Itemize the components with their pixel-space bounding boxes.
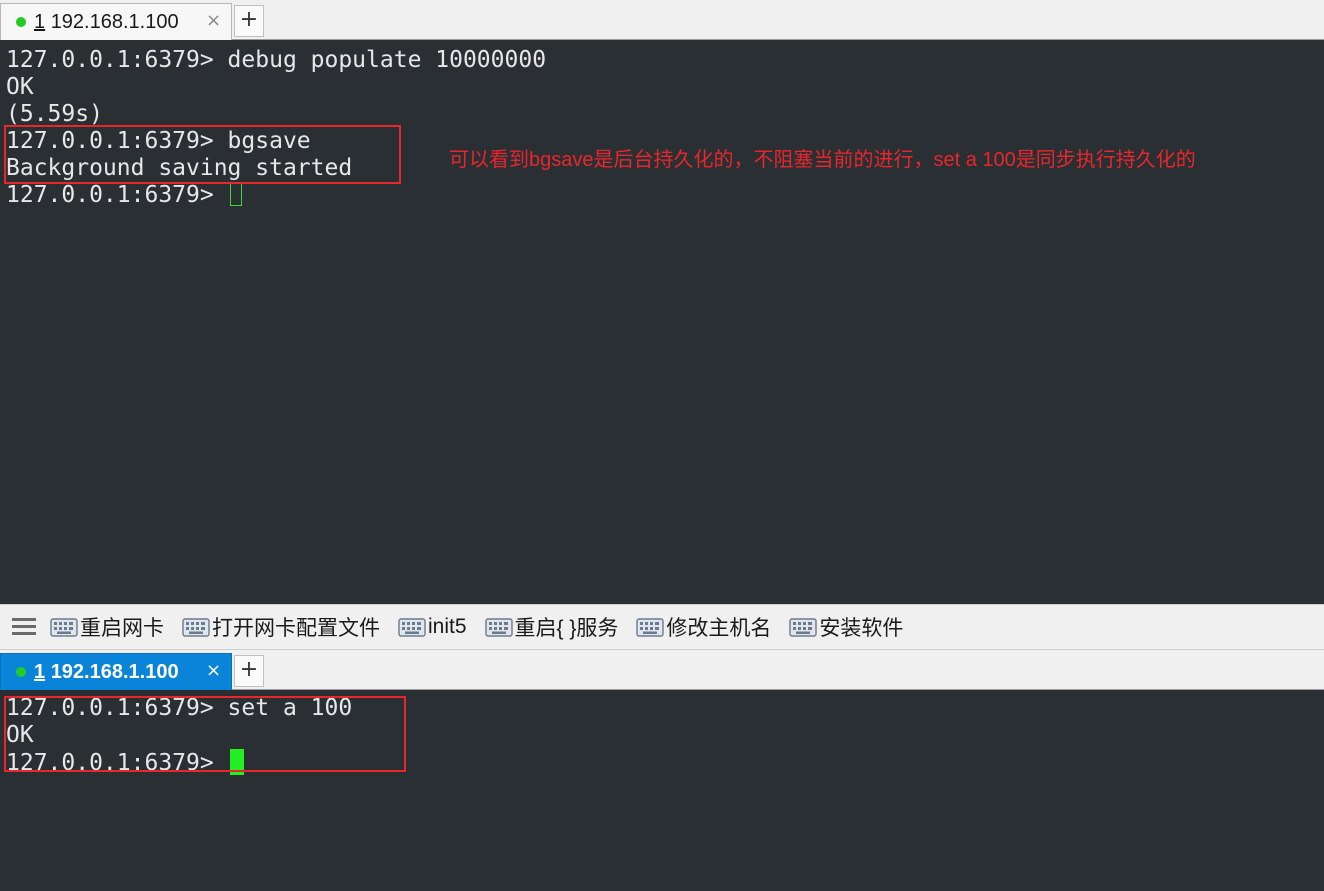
terminal-line: 127.0.0.1:6379> debug populate 10000000: [6, 47, 547, 73]
terminal-prompt-line: 127.0.0.1:6379>: [6, 182, 242, 209]
top-terminal[interactable]: 127.0.0.1:6379> debug populate 10000000 …: [0, 41, 1324, 604]
quick-command-label: 打开网卡配置文件: [212, 617, 380, 640]
quick-command-label: 安装软件: [819, 617, 904, 640]
menu-icon[interactable]: [12, 618, 36, 636]
quick-command-install-software[interactable]: 安装软件: [789, 612, 903, 642]
top-session-tab[interactable]: 1 192.168.1.100 ×: [0, 3, 232, 40]
quick-command-open-nic-config[interactable]: 打开网卡配置文件: [182, 612, 380, 642]
bottom-session-tab[interactable]: 1 192.168.1.100 ×: [0, 653, 232, 690]
keyboard-icon: [182, 618, 210, 637]
quick-command-label: 重启{ }服务: [514, 617, 619, 640]
terminal-cursor: [229, 182, 242, 206]
bottom-session-tab-title: 1 192.168.1.100: [34, 660, 179, 683]
quick-command-label: init5: [428, 615, 467, 638]
connected-status-icon: [16, 17, 26, 27]
quick-command-change-hostname[interactable]: 修改主机名: [636, 612, 771, 642]
top-tab-bar: 1 192.168.1.100 × +: [0, 0, 1324, 40]
quick-command-label: 重启网卡: [80, 617, 164, 640]
highlight-box: [4, 696, 406, 772]
close-icon[interactable]: ×: [206, 660, 221, 681]
keyboard-icon: [636, 618, 665, 637]
keyboard-icon: [484, 618, 513, 637]
quick-command-bar: 重启网卡 打开网卡配置文件 init5 重启{ }服务 修改主机名 安装软件: [0, 604, 1324, 650]
annotation-text: 可以看到bgsave是后台持久化的，不阻塞当前的进行，set a 100是同步执…: [449, 149, 1196, 171]
terminal-line: OK: [6, 74, 34, 100]
bottom-terminal[interactable]: 127.0.0.1:6379> set a 100 OK 127.0.0.1:6…: [0, 690, 1324, 891]
keyboard-icon: [50, 618, 78, 637]
close-icon[interactable]: ×: [206, 10, 221, 31]
new-tab-button[interactable]: +: [234, 5, 264, 37]
terminal-line: (5.59s): [6, 101, 103, 127]
keyboard-icon: [398, 618, 426, 637]
terminal-prompt: 127.0.0.1:6379>: [6, 182, 228, 208]
connected-status-icon: [16, 667, 26, 677]
quick-command-init5[interactable]: init5: [398, 615, 467, 639]
top-session-tab-title: 1 192.168.1.100: [34, 10, 179, 33]
keyboard-icon: [789, 618, 818, 637]
highlight-box: [4, 125, 401, 184]
quick-command-restart-service[interactable]: 重启{ }服务: [484, 612, 619, 642]
new-tab-button[interactable]: +: [234, 655, 264, 687]
quick-command-restart-nic[interactable]: 重启网卡: [50, 612, 164, 642]
bottom-tab-bar: 1 192.168.1.100 × +: [0, 650, 1324, 690]
quick-command-label: 修改主机名: [666, 617, 772, 640]
